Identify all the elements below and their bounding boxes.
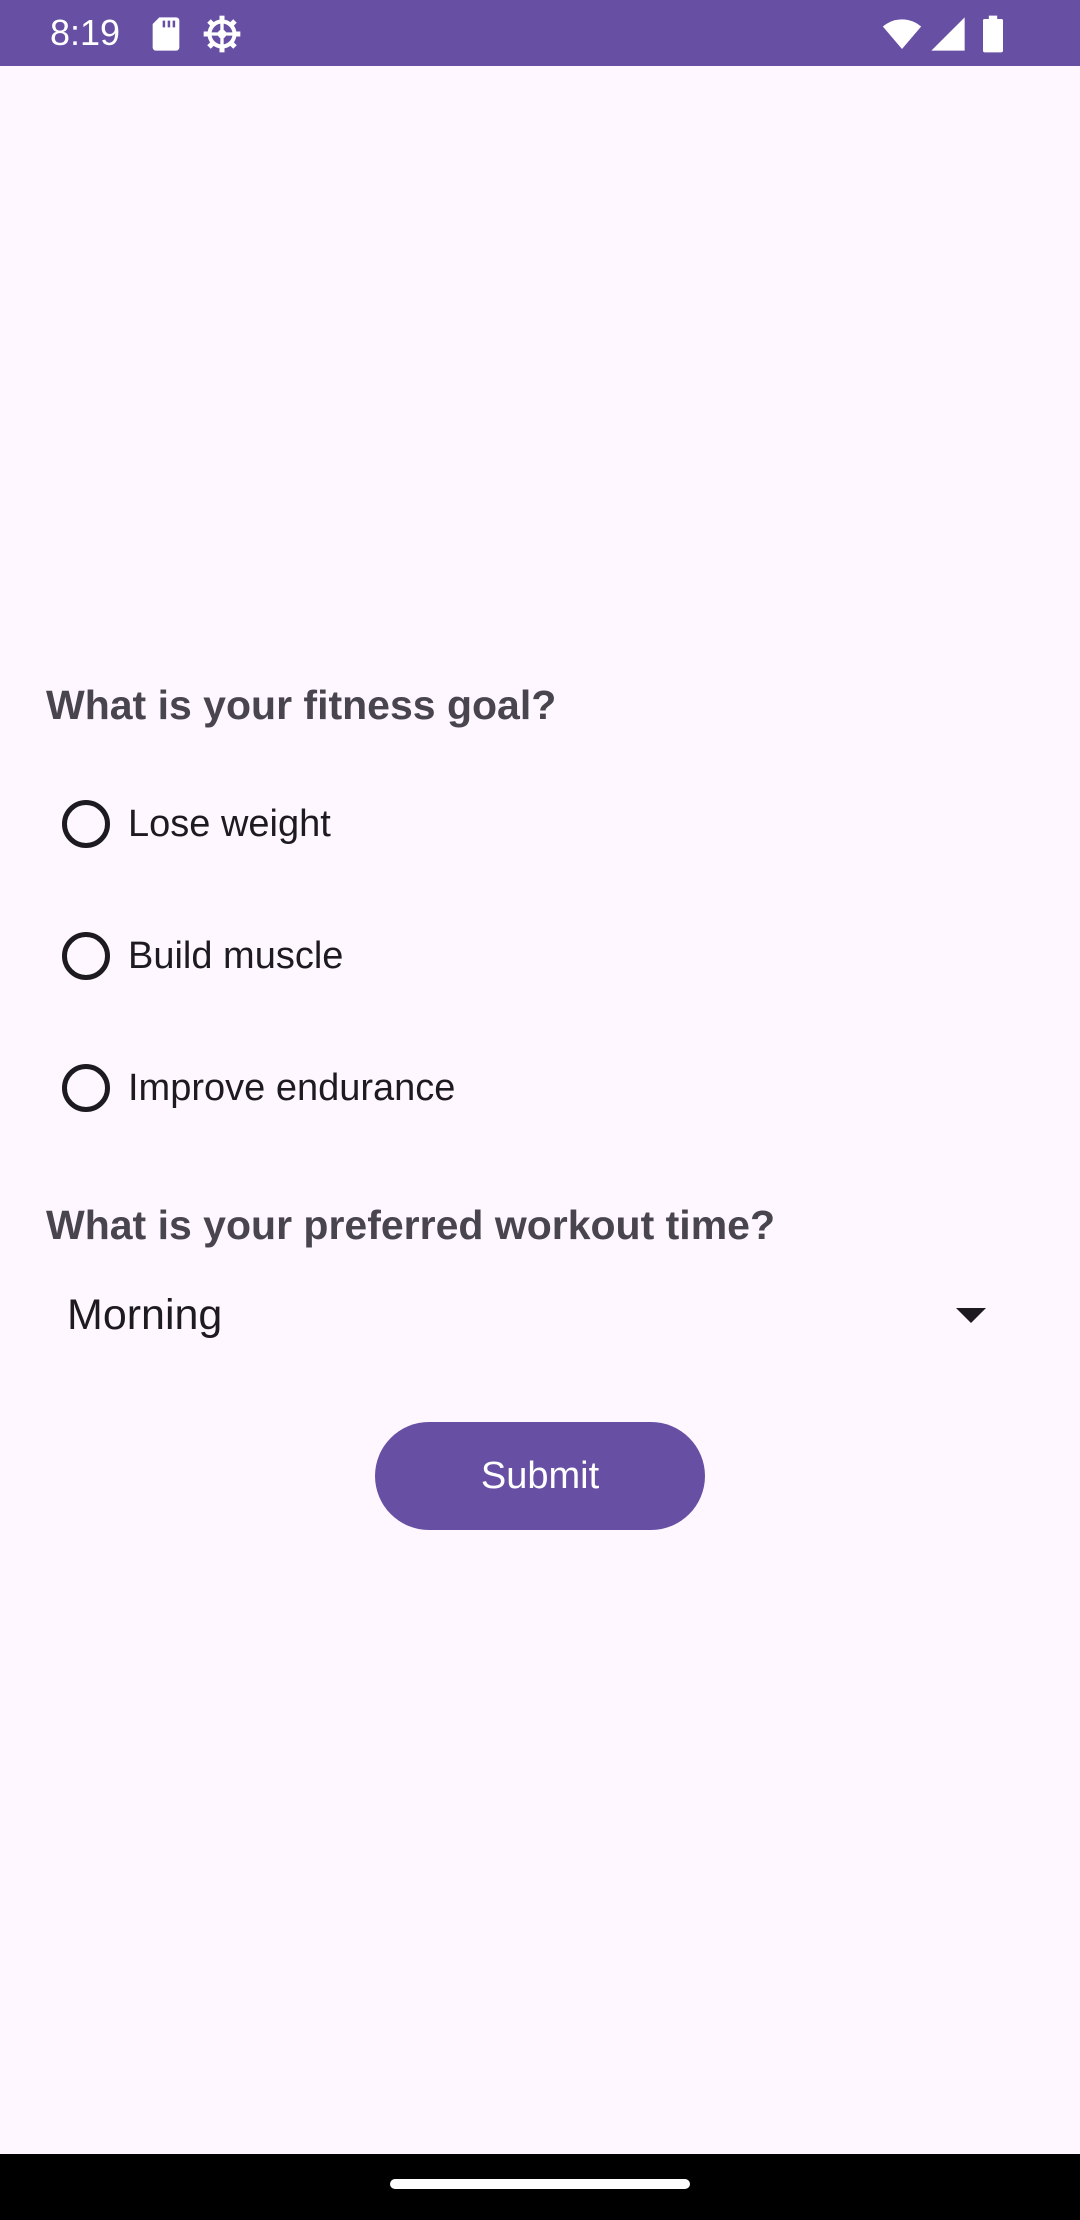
radio-button-icon[interactable] (62, 1064, 110, 1112)
battery-icon (978, 14, 1008, 54)
radio-label: Build muscle (128, 934, 344, 977)
workout-time-question: What is your preferred workout time? (46, 1202, 775, 1248)
radio-option-build-muscle[interactable]: Build muscle (46, 901, 646, 1011)
cell-signal-icon (928, 14, 968, 54)
submit-button[interactable]: Submit (375, 1422, 705, 1530)
navigation-bar (0, 2154, 1080, 2220)
dropdown-selected-value: Morning (67, 1290, 223, 1339)
fitness-goal-question: What is your fitness goal? (46, 682, 557, 728)
wifi-icon (880, 14, 924, 54)
radio-button-icon[interactable] (62, 800, 110, 848)
sd-card-icon (146, 14, 186, 54)
home-indicator[interactable] (390, 2179, 690, 2189)
settings-gear-icon (202, 14, 242, 54)
dropdown-arrow-icon[interactable] (954, 1305, 988, 1325)
screen: 8:19 What is your fitness goal? Lose wei… (0, 0, 1080, 2220)
status-time: 8:19 (50, 12, 121, 53)
workout-time-dropdown[interactable]: Morning (46, 1270, 1006, 1360)
status-bar: 8:19 (0, 0, 1080, 66)
radio-label: Improve endurance (128, 1066, 456, 1109)
radio-label: Lose weight (128, 802, 331, 845)
radio-option-lose-weight[interactable]: Lose weight (46, 769, 646, 879)
radio-button-icon[interactable] (62, 932, 110, 980)
radio-option-improve-endurance[interactable]: Improve endurance (46, 1033, 646, 1143)
